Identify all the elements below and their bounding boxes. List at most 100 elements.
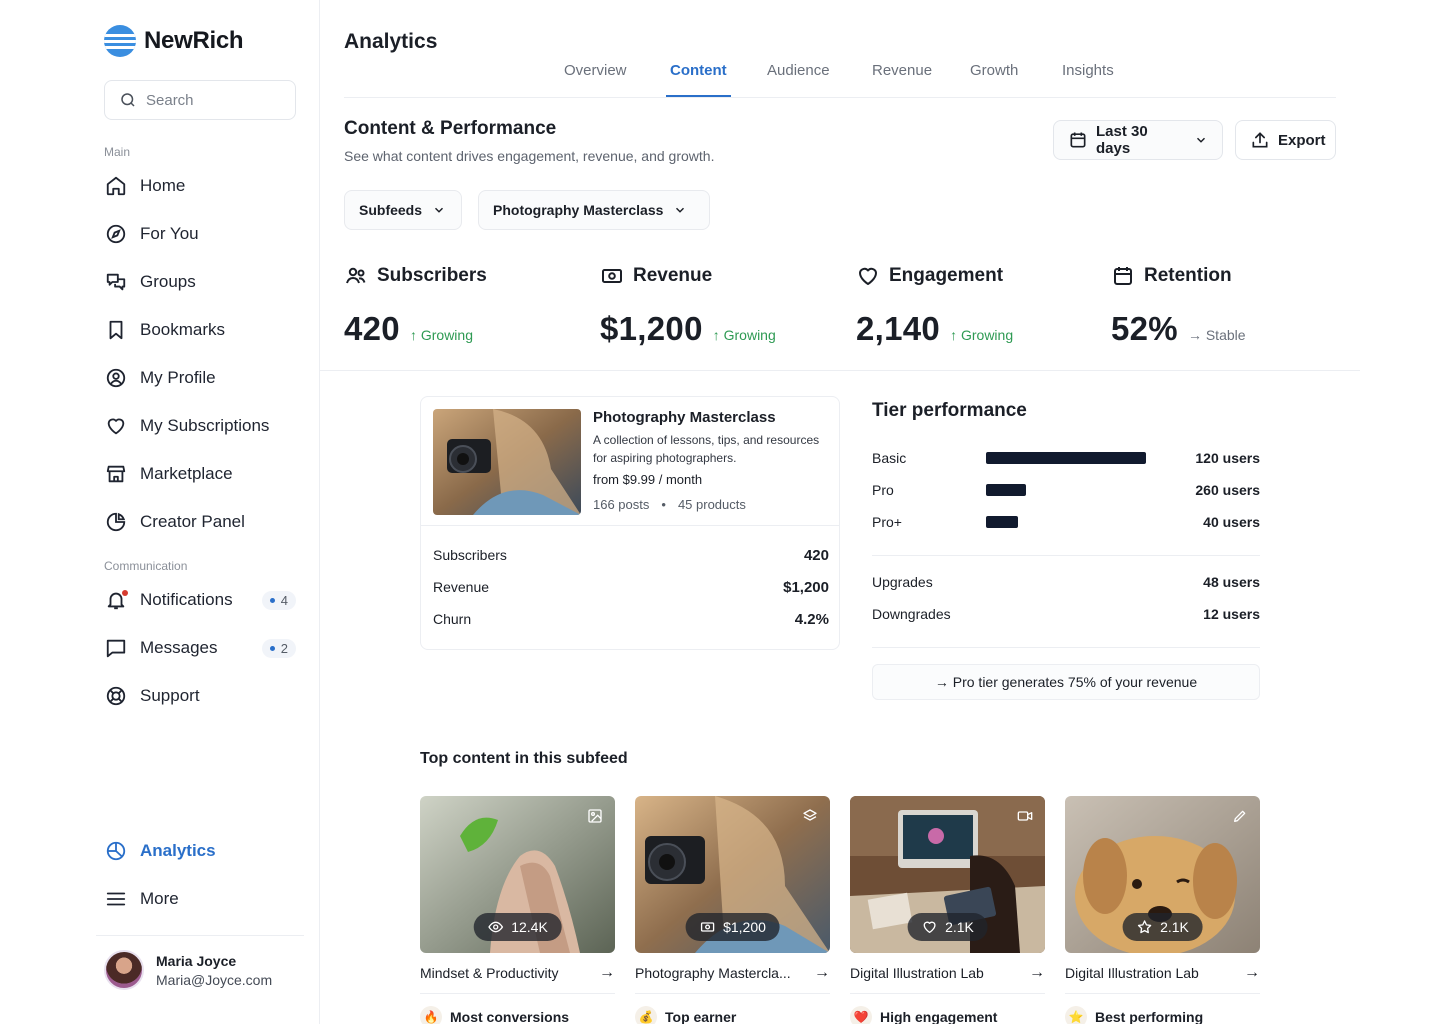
tab-overview[interactable]: Overview (564, 62, 627, 79)
revenue-insight: → Pro tier generates 75% of your revenue (872, 664, 1260, 700)
brand-logo[interactable]: NewRich (104, 25, 244, 57)
metric-value: 2.1K (945, 919, 974, 935)
sidebar-item-messages[interactable]: Messages 2 (104, 632, 300, 664)
tier-bar (986, 484, 1026, 496)
tab-revenue[interactable]: Revenue (872, 62, 932, 79)
user-profile-card[interactable]: Maria Joyce Maria@Joyce.com (104, 950, 272, 990)
calendar-icon (1111, 264, 1135, 288)
kpi-revenue: Revenue $1,200 ↑ Growing (600, 264, 840, 348)
user-circle-icon (104, 366, 128, 390)
sidebar-divider (96, 935, 304, 936)
active-tab-indicator (666, 95, 731, 97)
sidebar-item-support[interactable]: Support (104, 680, 300, 712)
sidebar-item-bookmarks[interactable]: Bookmarks (104, 314, 300, 346)
tier-performance-title: Tier performance (872, 400, 1027, 421)
content-name: Digital Illustration Lab (1065, 965, 1199, 981)
subfeed-thumbnail (433, 409, 581, 515)
top-content-card[interactable]: 12.4K Mindset & Productivity → 🔥 Most co… (420, 796, 615, 1024)
stat-value: 420 (803, 547, 829, 564)
sidebar-item-for-you[interactable]: For You (104, 218, 300, 250)
chat-bubbles-icon (104, 270, 128, 294)
sidebar-item-analytics[interactable]: Analytics (104, 835, 300, 867)
stat-label: Revenue (433, 579, 490, 595)
top-content-title: Top content in this subfeed (420, 750, 628, 767)
sidebar-item-my-profile[interactable]: My Profile (104, 362, 300, 394)
cash-icon (600, 264, 624, 288)
subfeed-price: from $9.99 / month (593, 472, 703, 487)
search-box[interactable] (104, 80, 296, 120)
tier-users: 40 users (1203, 514, 1260, 530)
arrow-right-icon[interactable]: → (599, 964, 615, 982)
compass-icon (104, 222, 128, 246)
top-content-card[interactable]: 2.1K Digital Illustration Lab → ❤️ High … (850, 796, 1045, 1024)
metric-value: $1,200 (723, 919, 766, 935)
section-label-communication: Communication (104, 559, 188, 573)
sidebar-item-my-subscriptions[interactable]: My Subscriptions (104, 410, 300, 442)
search-input[interactable] (146, 91, 266, 109)
kpi-label: Engagement (889, 265, 1004, 286)
tier-name: Pro (872, 482, 894, 498)
sidebar-item-home[interactable]: Home (104, 170, 300, 202)
stat-row-churn: Churn 4.2% (433, 611, 829, 628)
kpi-value: $1,200 (600, 310, 703, 347)
tier-row-pro: Pro 260 users (872, 480, 1260, 500)
sidebar-item-more[interactable]: More (104, 883, 300, 915)
calendar-icon (1068, 130, 1088, 150)
logo-globe-icon (104, 25, 136, 57)
sidebar-item-label: More (140, 889, 179, 908)
kpi-label: Retention (1144, 265, 1232, 286)
sidebar-item-marketplace[interactable]: Marketplace (104, 458, 300, 490)
stat-value: $1,200 (783, 579, 829, 596)
subfeeds-dropdown[interactable]: Subfeeds (344, 190, 462, 230)
subfeed-title: Photography Masterclass (593, 409, 776, 426)
sidebar-item-notifications[interactable]: Notifications 4 (104, 584, 300, 616)
kpi-trend: ↑ Growing (712, 327, 776, 343)
subfeed-select-dropdown[interactable]: Photography Masterclass (478, 190, 710, 230)
kpi-label: Revenue (633, 265, 713, 286)
bookmark-icon (104, 318, 128, 342)
export-button[interactable]: Export (1235, 120, 1336, 160)
bell-icon (104, 588, 128, 612)
sidebar-item-label: Support (140, 686, 200, 705)
kpi-label: Subscribers (377, 265, 487, 286)
arrow-right-icon[interactable]: → (1029, 964, 1045, 982)
subfeed-meta: 166 posts • 45 products (593, 497, 829, 512)
message-icon (104, 636, 128, 660)
tier-users: 260 users (1195, 482, 1260, 498)
metric-pill: 2.1K (907, 913, 988, 941)
change-value: 48 users (1203, 574, 1260, 590)
date-range-dropdown[interactable]: Last 30 days (1053, 120, 1223, 160)
home-icon (104, 174, 128, 198)
metric-value: 12.4K (511, 919, 548, 935)
sidebar-item-groups[interactable]: Groups (104, 266, 300, 298)
top-content-card[interactable]: $1,200 Photography Mastercla... → 💰 Top … (635, 796, 830, 1024)
tab-audience[interactable]: Audience (767, 62, 830, 79)
star-icon (1136, 919, 1152, 935)
arrow-right-icon[interactable]: → (814, 964, 830, 982)
analytics-icon (104, 839, 128, 863)
eye-icon (487, 919, 503, 935)
sidebar-item-label: Notifications (140, 590, 233, 609)
metric-pill: 2.1K (1122, 913, 1203, 941)
sidebar-item-label: Marketplace (140, 464, 233, 483)
tab-insights[interactable]: Insights (1062, 62, 1114, 79)
heart-icon (921, 919, 937, 935)
tab-growth[interactable]: Growth (970, 62, 1018, 79)
tier-row-pro-plus: Pro+ 40 users (872, 512, 1260, 532)
change-label: Upgrades (872, 574, 933, 590)
content-thumbnail: 2.1K (850, 796, 1045, 953)
stat-label: Subscribers (433, 547, 507, 563)
arrow-right-icon[interactable]: → (1244, 964, 1260, 982)
change-label: Downgrades (872, 606, 951, 622)
stack-icon (800, 806, 820, 826)
tab-content[interactable]: Content (670, 62, 727, 79)
subfeed-card[interactable]: Photography Masterclass A collection of … (420, 396, 840, 650)
content-tag: ❤️ High engagement (850, 1006, 1045, 1024)
analytics-tabs: Overview Content Audience Revenue Growth… (344, 56, 1336, 98)
top-content-card[interactable]: 2.1K Digital Illustration Lab → ⭐ Best p… (1065, 796, 1260, 1024)
kpi-engagement: Engagement 2,140 ↑ Growing (856, 264, 1096, 348)
sidebar-item-creator-panel[interactable]: Creator Panel (104, 506, 300, 538)
tier-change-downgrades: Downgrades 12 users (872, 604, 1260, 624)
tier-change-upgrades: Upgrades 48 users (872, 572, 1260, 592)
stat-row-subscribers: Subscribers 420 (433, 547, 829, 564)
